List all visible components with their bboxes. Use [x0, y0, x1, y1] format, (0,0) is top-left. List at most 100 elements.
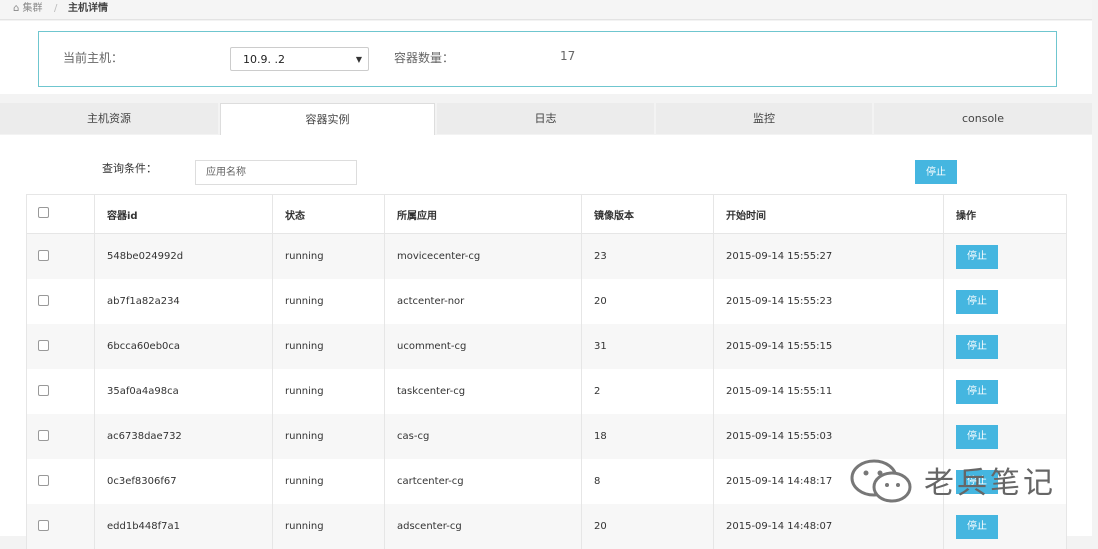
container-status: running	[272, 233, 385, 279]
row-checkbox[interactable]	[38, 339, 49, 351]
container-start-time: 2015-09-14 15:55:11	[713, 369, 944, 414]
row-action-cell: 停止	[943, 279, 1067, 324]
container-version: 31	[581, 324, 714, 369]
header-status: 状态	[272, 194, 385, 234]
table-row: ab7f1a82a234 running actcenter-nor 20 20…	[26, 279, 1067, 324]
container-id: edd1b448f7a1	[94, 504, 273, 549]
select-all-header	[26, 194, 95, 234]
header-action: 操作	[943, 194, 1067, 234]
container-status: running	[272, 279, 385, 324]
row-select-cell	[26, 233, 95, 279]
row-checkbox[interactable]	[38, 474, 49, 486]
table-row: 6bcca60eb0ca running ucomment-cg 31 2015…	[26, 324, 1067, 369]
host-panel: 当前主机： 10.9. .2 ▼ 容器数量： 17	[0, 21, 1092, 94]
row-action-cell: 停止	[943, 414, 1067, 459]
container-instances-panel: 查询条件： 停止 容器id 状态 所属应用 镜像版本 开始时间 操作 548be…	[0, 135, 1092, 549]
breadcrumb: ⌂ 集群 / 主机详情	[0, 0, 1092, 20]
container-app: taskcenter-cg	[384, 369, 582, 414]
stop-button[interactable]: 停止	[956, 244, 998, 269]
host-select-value: 10.9. .2	[243, 53, 285, 66]
container-version: 20	[581, 279, 714, 324]
row-checkbox[interactable]	[38, 384, 49, 396]
container-version: 18	[581, 414, 714, 459]
header-container-id: 容器id	[94, 194, 273, 234]
header-image-version: 镜像版本	[581, 194, 714, 234]
row-checkbox[interactable]	[38, 429, 49, 441]
row-checkbox[interactable]	[38, 519, 49, 531]
table-header-row: 容器id 状态 所属应用 镜像版本 开始时间 操作	[26, 194, 1067, 234]
row-checkbox[interactable]	[38, 249, 49, 261]
container-status: running	[272, 369, 385, 414]
row-action-cell: 停止	[943, 459, 1067, 504]
container-version: 8	[581, 459, 714, 504]
stop-selected-button[interactable]: 停止	[915, 160, 957, 184]
row-select-cell	[26, 369, 95, 414]
header-app: 所属应用	[384, 194, 582, 234]
container-app: adscenter-cg	[384, 504, 582, 549]
container-id: ac6738dae732	[94, 414, 273, 459]
row-select-cell	[26, 324, 95, 369]
container-id: 548be024992d	[94, 233, 273, 279]
container-status: running	[272, 504, 385, 549]
stop-button[interactable]: 停止	[956, 424, 998, 449]
select-all-checkbox[interactable]	[38, 207, 49, 218]
container-count-label: 容器数量：	[394, 51, 455, 65]
table-row: edd1b448f7a1 running adscenter-cg 20 201…	[26, 504, 1067, 549]
container-id: 35af0a4a98ca	[94, 369, 273, 414]
row-action-cell: 停止	[943, 233, 1067, 279]
stop-button[interactable]: 停止	[956, 514, 998, 539]
container-start-time: 2015-09-14 15:55:03	[713, 414, 944, 459]
row-select-cell	[26, 504, 95, 549]
container-id: ab7f1a82a234	[94, 279, 273, 324]
chevron-down-icon: ▼	[355, 55, 362, 64]
table-row: ac6738dae732 running cas-cg 18 2015-09-1…	[26, 414, 1067, 459]
breadcrumb-separator: /	[54, 3, 58, 14]
container-app: movicecenter-cg	[384, 233, 582, 279]
row-action-cell: 停止	[943, 504, 1067, 549]
home-icon: ⌂	[13, 3, 20, 14]
container-version: 20	[581, 504, 714, 549]
tab-monitoring[interactable]: 监控	[656, 103, 872, 134]
stop-button[interactable]: 停止	[956, 334, 998, 359]
container-app: actcenter-nor	[384, 279, 582, 324]
container-version: 2	[581, 369, 714, 414]
container-app: cartcenter-cg	[384, 459, 582, 504]
breadcrumb-home[interactable]: ⌂ 集群	[13, 0, 43, 18]
container-id: 6bcca60eb0ca	[94, 324, 273, 369]
table-row: 35af0a4a98ca running taskcenter-cg 2 201…	[26, 369, 1067, 414]
tab-container-instances[interactable]: 容器实例	[220, 103, 435, 135]
stop-button[interactable]: 停止	[956, 289, 998, 314]
tab-host-resources[interactable]: 主机资源	[0, 103, 218, 134]
table-row: 548be024992d running movicecenter-cg 23 …	[26, 233, 1067, 279]
stop-button[interactable]: 停止	[956, 379, 998, 404]
query-label: 查询条件：	[102, 162, 157, 175]
row-action-cell: 停止	[943, 369, 1067, 414]
app-name-search-input[interactable]	[195, 160, 357, 185]
container-status: running	[272, 414, 385, 459]
container-version: 23	[581, 233, 714, 279]
header-start-time: 开始时间	[713, 194, 944, 234]
container-status: running	[272, 459, 385, 504]
row-action-cell: 停止	[943, 324, 1067, 369]
tab-bar: 主机资源 容器实例 日志 监控 console	[0, 103, 1092, 135]
containers-table: 容器id 状态 所属应用 镜像版本 开始时间 操作 548be024992d r…	[26, 194, 1067, 549]
container-id: 0c3ef8306f67	[94, 459, 273, 504]
container-count-value: 17	[560, 49, 576, 63]
row-checkbox[interactable]	[38, 294, 49, 306]
tab-logs[interactable]: 日志	[437, 103, 654, 134]
current-host-label: 当前主机：	[63, 51, 124, 65]
tab-console[interactable]: console	[874, 103, 1092, 134]
container-app: cas-cg	[384, 414, 582, 459]
stop-button[interactable]: 停止	[956, 469, 998, 494]
row-select-cell	[26, 414, 95, 459]
host-select[interactable]: 10.9. .2 ▼	[230, 47, 369, 71]
row-select-cell	[26, 279, 95, 324]
host-box: 当前主机： 10.9. .2 ▼ 容器数量： 17	[38, 31, 1057, 87]
breadcrumb-parent[interactable]: 集群	[23, 3, 43, 14]
container-start-time: 2015-09-14 15:55:15	[713, 324, 944, 369]
table-row: 0c3ef8306f67 running cartcenter-cg 8 201…	[26, 459, 1067, 504]
container-start-time: 2015-09-14 15:55:23	[713, 279, 944, 324]
container-status: running	[272, 324, 385, 369]
container-start-time: 2015-09-14 14:48:07	[713, 504, 944, 549]
container-app: ucomment-cg	[384, 324, 582, 369]
